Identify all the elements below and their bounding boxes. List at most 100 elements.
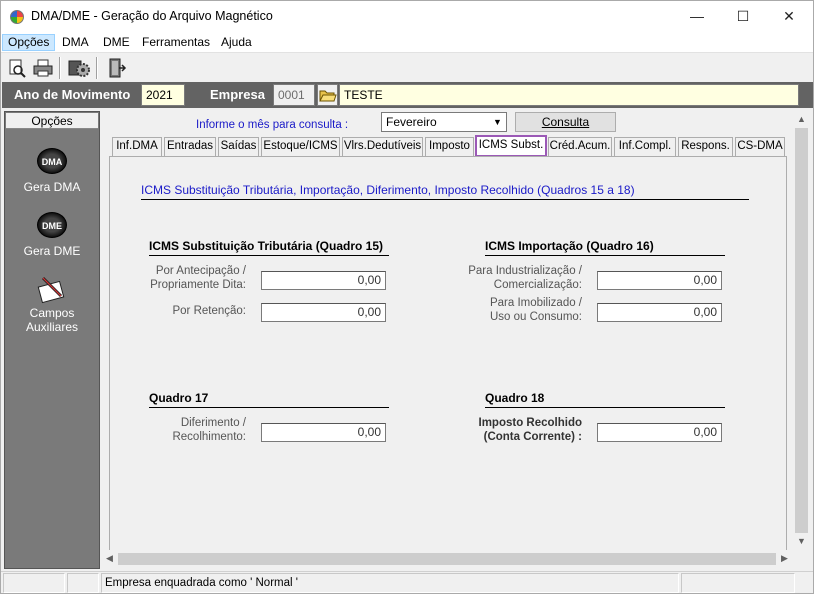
- retencao-label: Por Retenção:: [172, 305, 246, 317]
- toolbar-separator: [59, 57, 61, 79]
- consulta-button[interactable]: Consulta: [515, 112, 616, 132]
- horizontal-scrollbar[interactable]: ◀ ▶: [101, 550, 793, 568]
- panel-title: ICMS Substituição Tributária, Importação…: [141, 183, 749, 200]
- exit-door-icon: [109, 58, 127, 78]
- imobilizado-field[interactable]: 0,00: [597, 303, 722, 322]
- diferimento-label: Diferimento / Recolhimento:: [121, 416, 246, 444]
- tab-cred-acum[interactable]: Créd.Acum.: [548, 137, 612, 156]
- window-title: DMA/DME - Geração do Arquivo Magnético: [31, 9, 273, 23]
- tab-panel-icms-subst: [109, 156, 787, 562]
- tab-cs-dma[interactable]: CS-DMA: [735, 137, 785, 156]
- maximize-button[interactable]: ☐: [720, 1, 766, 32]
- print-preview-icon: [9, 59, 26, 78]
- sidebar-item-gera-dma[interactable]: DMA Gera DMA: [5, 148, 99, 194]
- diferimento-field[interactable]: 0,00: [261, 423, 386, 442]
- menu-dma[interactable]: DMA: [57, 34, 94, 51]
- imobilizado-label: Para Imobilizado / Uso ou Consumo:: [441, 296, 582, 324]
- month-select[interactable]: Fevereiro ▼: [381, 112, 507, 132]
- printer-icon: [33, 59, 53, 77]
- print-button[interactable]: [32, 57, 54, 79]
- industrializacao-label: Para Industrialização / Comercialização:: [441, 264, 582, 292]
- horizontal-scroll-thumb[interactable]: [118, 553, 776, 565]
- dma-icon: DMA: [37, 148, 67, 174]
- sidebar-item-gera-dme[interactable]: DME Gera DME: [5, 212, 99, 258]
- ano-movimento-field[interactable]: 2021: [141, 84, 185, 106]
- quadro-18-heading: Quadro 18: [485, 391, 725, 408]
- menu-ajuda[interactable]: Ajuda: [216, 34, 257, 51]
- chevron-down-icon[interactable]: ▼: [793, 533, 810, 550]
- tab-vlrs-dedutiveis[interactable]: Vlrs.Dedutíveis: [342, 137, 423, 156]
- industrializacao-field[interactable]: 0,00: [597, 271, 722, 290]
- gear-computer-icon: [68, 60, 90, 77]
- tab-entradas[interactable]: Entradas: [164, 137, 216, 156]
- dme-icon: DME: [37, 212, 67, 238]
- menu-bar: Opções DMA DME Ferramentas Ajuda: [1, 32, 813, 52]
- imposto-recolhido-field[interactable]: 0,00: [597, 423, 722, 442]
- sidebar-item-campos-auxiliares[interactable]: Campos Auxiliares: [5, 274, 99, 334]
- header-strip: Ano de Movimento 2021 Empresa 0001 TESTE: [2, 82, 813, 108]
- tab-respons[interactable]: Respons.: [678, 137, 733, 156]
- status-bar: Empresa enquadrada como ' Normal ': [1, 571, 813, 593]
- settings-button[interactable]: [67, 57, 90, 79]
- title-bar: DMA/DME - Geração do Arquivo Magnético —…: [1, 1, 813, 32]
- chevron-up-icon[interactable]: ▲: [793, 111, 810, 128]
- tab-imposto[interactable]: Imposto: [425, 137, 474, 156]
- vertical-scroll-thumb[interactable]: [795, 128, 808, 533]
- menu-ferramentas[interactable]: Ferramentas: [137, 34, 215, 51]
- imposto-recolhido-label-line2: (Conta Corrente) :: [483, 431, 582, 443]
- toolbar-separator: [96, 57, 98, 79]
- empresa-name-field[interactable]: TESTE: [339, 84, 799, 106]
- status-pane: [3, 573, 65, 593]
- industrializacao-label-line1: Para Industrialização /: [468, 265, 582, 277]
- tab-estoque-icms[interactable]: Estoque/ICMS: [261, 137, 340, 156]
- menu-opcoes[interactable]: Opções: [2, 34, 56, 51]
- tab-saidas[interactable]: Saídas: [218, 137, 259, 156]
- sidebar-item-label: Gera DME: [23, 244, 81, 258]
- retencao-field[interactable]: 0,00: [261, 303, 386, 322]
- antecipacao-label: Por Antecipação / Propriamente Dita:: [121, 264, 246, 292]
- minimize-icon: —: [690, 8, 704, 24]
- status-pane: [681, 573, 795, 593]
- menu-dme[interactable]: DME: [98, 34, 135, 51]
- close-button[interactable]: ✕: [766, 1, 812, 32]
- toolbar: [1, 52, 813, 81]
- app-icon: [10, 10, 24, 24]
- close-icon: ✕: [783, 8, 795, 24]
- vertical-scrollbar[interactable]: ▲ ▼: [793, 111, 811, 550]
- imobilizado-label-line2: Uso ou Consumo:: [489, 311, 582, 323]
- quadro-17-heading: Quadro 17: [149, 391, 389, 408]
- tab-inf-dma[interactable]: Inf.DMA: [112, 137, 162, 156]
- status-message: Empresa enquadrada como ' Normal ': [101, 573, 679, 593]
- diferimento-label-line1: Diferimento /: [180, 417, 246, 429]
- app-window: DMA/DME - Geração do Arquivo Magnético —…: [0, 0, 814, 594]
- minimize-button[interactable]: —: [674, 1, 720, 32]
- ano-movimento-label: Ano de Movimento: [14, 87, 131, 102]
- imobilizado-label-line1: Para Imobilizado /: [489, 297, 582, 309]
- status-pane: [67, 573, 99, 593]
- maximize-icon: ☐: [736, 8, 750, 24]
- diferimento-label-line2: Recolhimento:: [172, 431, 246, 443]
- tab-inf-compl[interactable]: Inf.Compl.: [614, 137, 676, 156]
- print-preview-button[interactable]: [6, 57, 28, 79]
- empresa-label: Empresa: [210, 87, 265, 102]
- imposto-recolhido-label: Imposto Recolhido (Conta Corrente) :: [441, 416, 583, 444]
- pen-notepad-icon: [37, 274, 67, 304]
- tab-icms-subst[interactable]: ICMS Subst.: [475, 135, 547, 157]
- open-folder-button[interactable]: [317, 84, 338, 106]
- chevron-down-icon[interactable]: ▼: [489, 113, 506, 131]
- sidebar-item-label: Campos Auxiliares: [25, 306, 79, 334]
- chevron-left-icon[interactable]: ◀: [101, 550, 118, 567]
- month-select-value: Fevereiro: [386, 115, 437, 129]
- quadro-16-heading: ICMS Importação (Quadro 16): [485, 239, 725, 256]
- open-folder-icon: [319, 90, 337, 102]
- imposto-recolhido-label-line1: Imposto Recolhido: [478, 417, 583, 429]
- antecipacao-label-line1: Por Antecipação /: [155, 265, 246, 277]
- empresa-code-field[interactable]: 0001: [273, 84, 315, 106]
- sidebar: Opções DMA Gera DMA DME Gera DME Campos …: [4, 111, 100, 569]
- exit-button[interactable]: [105, 57, 127, 79]
- antecipacao-field[interactable]: 0,00: [261, 271, 386, 290]
- consulta-button-label: Consulta: [541, 115, 590, 129]
- consulta-label: Informe o mês para consulta :: [196, 119, 349, 131]
- chevron-right-icon[interactable]: ▶: [776, 550, 793, 567]
- industrializacao-label-line2: Comercialização:: [493, 279, 582, 291]
